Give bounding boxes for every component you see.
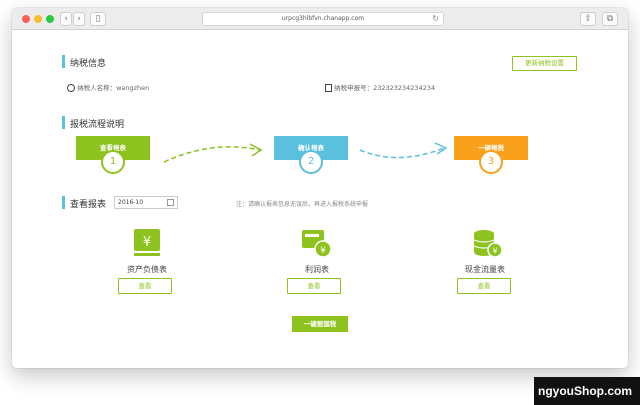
filing-number: 232323234234234 (373, 84, 436, 92)
tax-info-title: 纳税信息 (70, 59, 107, 69)
url-text: urpcg3hlbfvn.chanapp.com (281, 15, 365, 22)
filing-label: 纳税申报号： (334, 84, 374, 92)
forward-button[interactable]: › (73, 12, 85, 26)
update-tax-settings-button[interactable]: 更新纳税设置 (512, 56, 577, 71)
step-2-number: 2 (299, 150, 323, 174)
report-month-value: 2016-10 (118, 199, 144, 206)
view-balance-sheet-button[interactable]: 查看 (118, 278, 172, 294)
balance-sheet-label: 资产负债表 (127, 265, 167, 274)
submit-national-tax-button[interactable]: 一键报国税 (292, 316, 348, 332)
address-bar[interactable]: urpcg3hlbfvn.chanapp.com ↻ (202, 12, 444, 26)
taxpayer-row: 纳税人名称：wangzhen (67, 82, 149, 92)
section-marker (62, 55, 65, 68)
svg-text:¥: ¥ (320, 246, 326, 256)
taxpayer-name: wangzhen (116, 84, 150, 92)
document-icon (325, 84, 332, 92)
maximize-window-button[interactable] (46, 15, 54, 23)
report-month-input[interactable]: 2016-10 (114, 196, 178, 209)
cash-flow-label: 现金流量表 (465, 265, 505, 274)
browser-toolbar: ‹ › ▯ urpcg3hlbfvn.chanapp.com ↻ ⇧ ⧉ (12, 8, 628, 30)
process-title: 报税流程说明 (70, 120, 125, 130)
sidebar-toggle-icon[interactable]: ▯ (90, 12, 106, 26)
profit-statement-label: 利润表 (305, 265, 329, 274)
tabs-overview-icon[interactable]: ⧉ (602, 12, 618, 26)
report-note: 注：请确认报表信息无误后，再进入报税系统申报 (236, 201, 369, 208)
back-button[interactable]: ‹ (60, 12, 72, 26)
step-3-number: 3 (479, 150, 503, 174)
svg-text:¥: ¥ (492, 247, 497, 256)
taxpayer-label: 纳税人名称： (77, 84, 117, 92)
calendar-icon[interactable] (167, 199, 174, 206)
arrow-2-icon (359, 142, 448, 159)
step-1-number: 1 (101, 150, 125, 174)
reports-title: 查看报表 (70, 200, 107, 210)
browser-window: ‹ › ▯ urpcg3hlbfvn.chanapp.com ↻ ⇧ ⧉ 纳税信… (12, 8, 628, 368)
cash-flow-icon: ¥ (470, 226, 504, 260)
reload-icon[interactable]: ↻ (432, 13, 439, 25)
view-cash-flow-button[interactable]: 查看 (457, 278, 511, 294)
arrow-1-icon (163, 143, 263, 163)
view-profit-statement-button[interactable]: 查看 (287, 278, 341, 294)
user-icon (67, 84, 75, 92)
section-marker (62, 196, 65, 209)
filing-number-row: 纳税申报号：232323234234234 (325, 82, 435, 92)
profit-statement-icon: ¥ (300, 226, 334, 260)
watermark: ngyouShop.com (534, 377, 640, 405)
section-marker (62, 116, 65, 129)
share-icon[interactable]: ⇧ (580, 12, 596, 26)
svg-text:¥: ¥ (143, 235, 151, 250)
close-window-button[interactable] (22, 15, 30, 23)
minimize-window-button[interactable] (34, 15, 42, 23)
balance-sheet-icon: ¥ (130, 226, 164, 260)
